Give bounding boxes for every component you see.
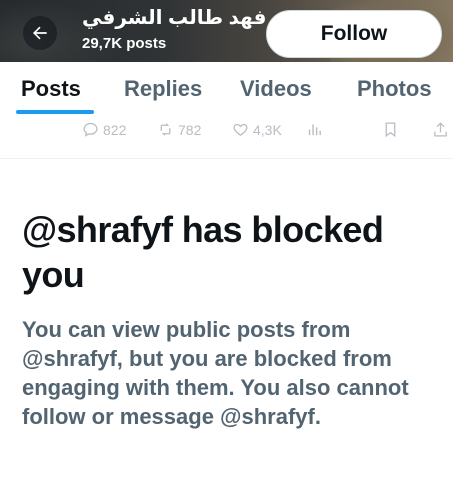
back-arrow-icon xyxy=(33,26,47,40)
divider xyxy=(0,158,453,159)
heart-icon xyxy=(233,123,248,136)
like-count: 4,3K xyxy=(253,121,282,138)
back-button[interactable] xyxy=(23,16,57,50)
repost-count: 782 xyxy=(178,121,202,138)
blocked-message: You can view public posts from @shrafyf,… xyxy=(22,317,409,429)
repost-action[interactable]: 782 xyxy=(157,121,201,138)
profile-page: فهد طالب الشرفي 29,7K posts Follow Posts… xyxy=(0,0,453,500)
blocked-title: @shrafyf has blocked you xyxy=(22,209,384,295)
tab-photos[interactable]: Photos xyxy=(357,76,432,102)
reply-action[interactable]: 822 xyxy=(82,121,126,138)
profile-name: فهد طالب الشرفي xyxy=(82,7,267,29)
profile-header: فهد طالب الشرفي 29,7K posts Follow xyxy=(0,0,453,62)
profile-tabs: Posts Replies Videos Photos xyxy=(0,62,453,118)
views-action[interactable] xyxy=(306,121,327,138)
tab-posts[interactable]: Posts xyxy=(21,76,81,102)
like-action[interactable]: 4,3K xyxy=(232,121,282,138)
post-action-row: 822 782 4,3K xyxy=(0,118,453,142)
bookmark-action[interactable] xyxy=(382,121,403,138)
follow-button[interactable]: Follow xyxy=(266,10,442,58)
share-action[interactable] xyxy=(432,121,453,138)
bookmark-icon xyxy=(385,122,396,138)
post-count: 29,7K posts xyxy=(82,35,167,52)
reply-icon xyxy=(83,122,98,137)
tab-replies[interactable]: Replies xyxy=(124,76,202,102)
views-icon xyxy=(308,124,321,136)
tab-videos[interactable]: Videos xyxy=(240,76,312,102)
reply-count: 822 xyxy=(103,121,127,138)
repost-icon xyxy=(160,123,171,136)
share-icon xyxy=(434,122,447,137)
active-tab-indicator xyxy=(16,110,94,114)
